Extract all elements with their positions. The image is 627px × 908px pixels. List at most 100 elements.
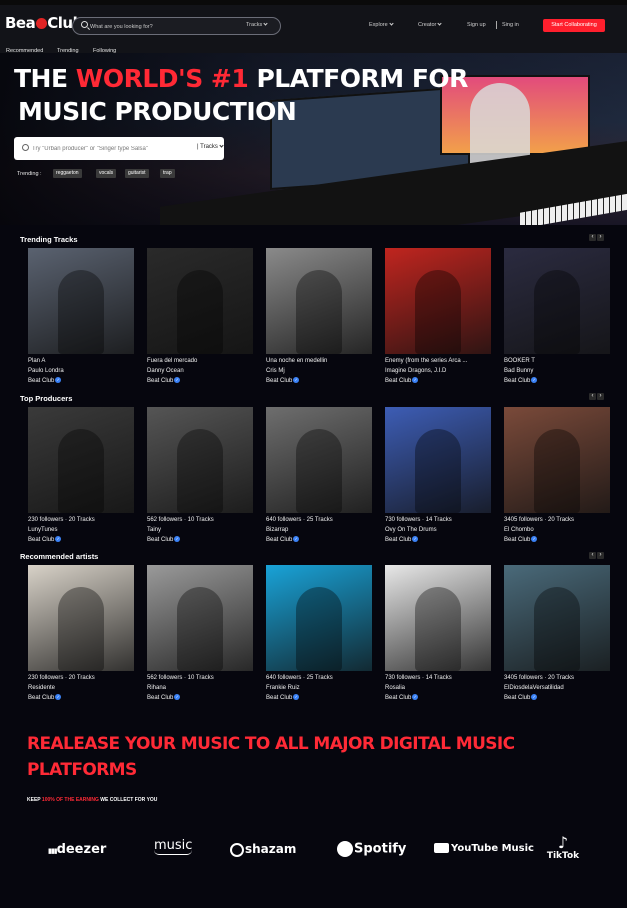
artist-card-image[interactable] bbox=[28, 565, 134, 671]
producer-card-publisher[interactable]: Beat Club ✓ bbox=[147, 535, 253, 545]
producer-card[interactable]: 640 followers · 25 Tracks Bizarrap Beat Cl… bbox=[266, 407, 372, 545]
artist-card-name[interactable]: Residente bbox=[28, 683, 134, 693]
prev-arrow-icon[interactable]: ‹ bbox=[589, 552, 596, 559]
start-collaborating-button[interactable]: Start Collaborating bbox=[543, 19, 605, 32]
artist-card-image[interactable] bbox=[385, 565, 491, 671]
track-card-artist[interactable]: Imagine Dragons, J.I.D bbox=[385, 366, 491, 376]
producer-card-publisher[interactable]: Beat Club ✓ bbox=[385, 535, 491, 545]
trending-tag-reggaeton[interactable]: reggaeton bbox=[53, 169, 82, 178]
artist-card-publisher[interactable]: Beat Club ✓ bbox=[385, 693, 491, 703]
producer-card[interactable]: 3405 followers · 20 Tracks El Chombo Beat … bbox=[504, 407, 610, 545]
portrait-silhouette-graphic bbox=[415, 270, 461, 354]
hero-search-input[interactable] bbox=[32, 142, 192, 155]
track-card-publisher[interactable]: Beat Club ✓ bbox=[504, 376, 610, 386]
hero-search-type-label: Tracks bbox=[200, 144, 218, 150]
artist-card-name[interactable]: Rihana bbox=[147, 683, 253, 693]
publisher-label: Beat Club bbox=[147, 378, 174, 384]
publisher-label: Beat Club bbox=[266, 537, 293, 543]
producer-card-name[interactable]: Bizarrap bbox=[266, 525, 372, 535]
track-card[interactable]: Plan A Paulo Londra Beat Club ✓ bbox=[28, 248, 134, 386]
track-card-publisher[interactable]: Beat Club ✓ bbox=[385, 376, 491, 386]
track-card-artist[interactable]: Bad Bunny bbox=[504, 366, 610, 376]
prev-arrow-icon[interactable]: ‹ bbox=[589, 234, 596, 241]
hero-search-type-dropdown[interactable]: | Tracks bbox=[197, 143, 224, 150]
track-card-publisher[interactable]: Beat Club ✓ bbox=[266, 376, 372, 386]
verified-badge-icon: ✓ bbox=[531, 536, 538, 542]
track-card-artist[interactable]: Paulo Londra bbox=[28, 366, 134, 376]
artist-card[interactable]: 562 followers · 10 Tracks Rihana Beat Club… bbox=[147, 565, 253, 703]
verified-badge-icon: ✓ bbox=[174, 694, 181, 700]
next-arrow-icon[interactable]: › bbox=[597, 234, 604, 241]
verified-badge-icon: ✓ bbox=[293, 694, 300, 700]
verified-badge-icon: ✓ bbox=[55, 694, 62, 700]
next-arrow-icon[interactable]: › bbox=[597, 552, 604, 559]
producer-card[interactable]: 730 followers · 14 Tracks Ovy On The Drum… bbox=[385, 407, 491, 545]
track-card[interactable]: Una noche en medellin Cris Mj Beat Club ✓ bbox=[266, 248, 372, 386]
track-card[interactable]: Fuera del mercado Danny Ocean Beat Club ✓ bbox=[147, 248, 253, 386]
sign-up-link[interactable]: Sign up bbox=[467, 22, 486, 28]
nav-divider bbox=[496, 21, 497, 29]
producer-card-name[interactable]: El Chombo bbox=[504, 525, 610, 535]
track-card-image[interactable] bbox=[147, 248, 253, 354]
artist-card[interactable]: 730 followers · 14 Tracks Rosalia Beat Clu… bbox=[385, 565, 491, 703]
artist-card-publisher[interactable]: Beat Club ✓ bbox=[504, 693, 610, 703]
nav-creator[interactable]: Creator bbox=[418, 21, 442, 28]
artist-card[interactable]: 230 followers · 20 Tracks Residente Beat C… bbox=[28, 565, 134, 703]
producer-card-name[interactable]: Ovy On The Drums bbox=[385, 525, 491, 535]
artist-card-name[interactable]: Rosalia bbox=[385, 683, 491, 693]
producer-card-publisher[interactable]: Beat Club ✓ bbox=[28, 535, 134, 545]
artist-card-publisher[interactable]: Beat Club ✓ bbox=[28, 693, 134, 703]
next-arrow-icon[interactable]: › bbox=[597, 393, 604, 400]
trending-tag-trap[interactable]: trap bbox=[160, 169, 175, 178]
track-card[interactable]: Enemy (from the series Arca ... Imagine D… bbox=[385, 248, 491, 386]
spotify-logo: Spotify bbox=[337, 841, 406, 857]
track-card-title: BOOKER T bbox=[504, 358, 535, 364]
track-card-image[interactable] bbox=[385, 248, 491, 354]
producer-card-image[interactable] bbox=[385, 407, 491, 513]
producer-card-publisher[interactable]: Beat Club ✓ bbox=[504, 535, 610, 545]
verified-badge-icon: ✓ bbox=[55, 536, 62, 542]
trending-tag-guitarist[interactable]: guitarist bbox=[125, 169, 149, 178]
apple-music-logo: music bbox=[154, 838, 192, 855]
producer-card-name[interactable]: LunyTunes bbox=[28, 525, 134, 535]
producer-card[interactable]: 230 followers · 20 Tracks LunyTunes Beat C… bbox=[28, 407, 134, 545]
hero-banner: THE WORLD'S #1 PLATFORM FOR MUSIC PRODUC… bbox=[0, 53, 627, 225]
artist-card-image[interactable] bbox=[266, 565, 372, 671]
track-card-image[interactable] bbox=[504, 248, 610, 354]
apple-music-label: music bbox=[154, 838, 193, 853]
producer-card-publisher[interactable]: Beat Club ✓ bbox=[266, 535, 372, 545]
track-card-publisher[interactable]: Beat Club ✓ bbox=[147, 376, 253, 386]
publisher-label: Beat Club bbox=[147, 537, 174, 543]
headline-the: THE bbox=[14, 64, 68, 93]
artist-card-image[interactable] bbox=[147, 565, 253, 671]
producer-card-image[interactable] bbox=[504, 407, 610, 513]
verified-badge-icon: ✓ bbox=[412, 536, 419, 542]
artist-card-publisher[interactable]: Beat Club ✓ bbox=[266, 693, 372, 703]
artist-card-name[interactable]: Frankie Ruiz bbox=[266, 683, 372, 693]
artist-card[interactable]: 640 followers · 25 Tracks Frankie Ruiz Bea… bbox=[266, 565, 372, 703]
track-card-image[interactable] bbox=[266, 248, 372, 354]
track-card-publisher[interactable]: Beat Club ✓ bbox=[28, 376, 134, 386]
publisher-label: Beat Club bbox=[266, 695, 293, 701]
nav-explore[interactable]: Explore bbox=[369, 21, 394, 28]
artist-card-image[interactable] bbox=[504, 565, 610, 671]
artist-card[interactable]: 3405 followers · 20 Tracks ElDiosdelaVers… bbox=[504, 565, 610, 703]
header-search-input[interactable] bbox=[90, 20, 230, 33]
track-card-image[interactable] bbox=[28, 248, 134, 354]
search-type-dropdown[interactable]: Tracks bbox=[246, 21, 268, 28]
artist-card-publisher[interactable]: Beat Club ✓ bbox=[147, 693, 253, 703]
verified-badge-icon: ✓ bbox=[531, 694, 538, 700]
track-card[interactable]: BOOKER T Bad Bunny Beat Club ✓ bbox=[504, 248, 610, 386]
track-card-artist[interactable]: Danny Ocean bbox=[147, 366, 253, 376]
track-card-artist[interactable]: Cris Mj bbox=[266, 366, 372, 376]
producer-card-image[interactable] bbox=[28, 407, 134, 513]
producer-card[interactable]: 562 followers · 10 Tracks Tainy Beat Club ✓ bbox=[147, 407, 253, 545]
producer-card-image[interactable] bbox=[266, 407, 372, 513]
beatclub-logo[interactable]: Bea Club bbox=[5, 14, 83, 32]
trending-tag-vocals[interactable]: vocals bbox=[96, 169, 117, 178]
sign-in-link[interactable]: Sing in bbox=[502, 22, 519, 28]
artist-card-name[interactable]: ElDiosdelaVersatilidad bbox=[504, 683, 610, 693]
prev-arrow-icon[interactable]: ‹ bbox=[589, 393, 596, 400]
producer-card-name[interactable]: Tainy bbox=[147, 525, 253, 535]
producer-card-image[interactable] bbox=[147, 407, 253, 513]
